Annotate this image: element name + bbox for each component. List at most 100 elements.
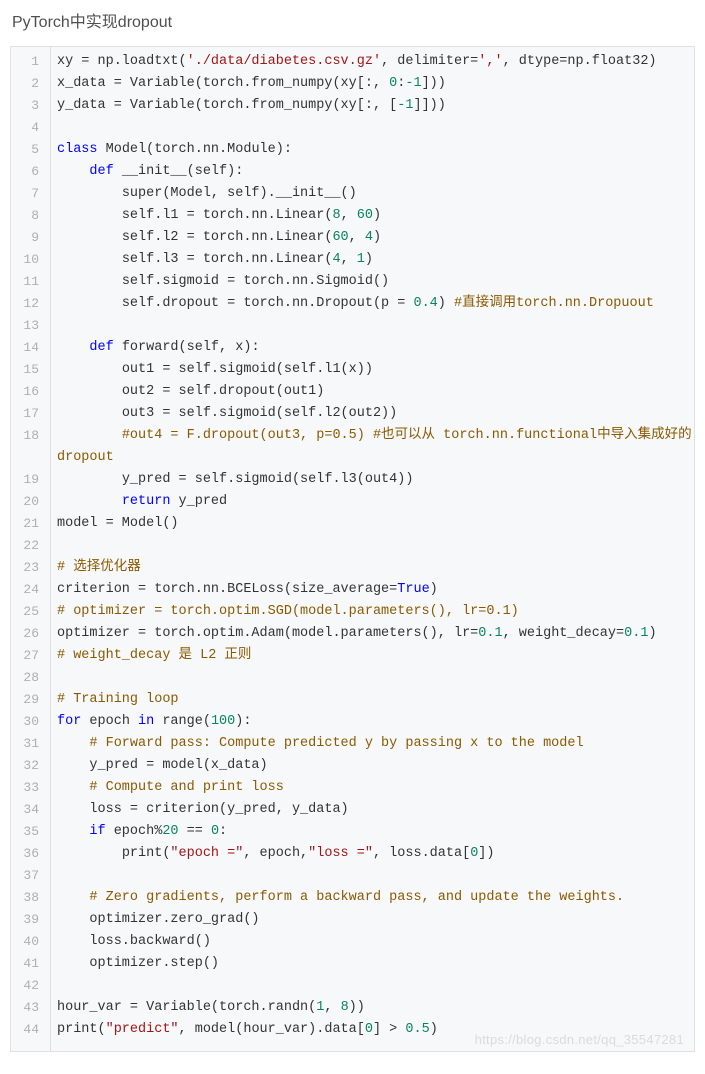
code-source: loss = criterion(y_pred, y_data) (45, 799, 694, 821)
line-number: 19 (11, 469, 45, 491)
code-source: y_data = Variable(torch.from_numpy(xy[:,… (45, 95, 694, 117)
code-source: self.l3 = torch.nn.Linear(4, 1) (45, 249, 694, 271)
code-line: 17 out3 = self.sigmoid(self.l2(out2)) (11, 403, 694, 425)
code-source: loss.backward() (45, 931, 694, 953)
code-line: 26optimizer = torch.optim.Adam(model.par… (11, 623, 694, 645)
line-number: 1 (11, 51, 45, 73)
code-line: 14 def forward(self, x): (11, 337, 694, 359)
line-number: 24 (11, 579, 45, 601)
code-source: # Zero gradients, perform a backward pas… (45, 887, 694, 909)
code-line: 16 out2 = self.dropout(out1) (11, 381, 694, 403)
code-line: 13 (11, 315, 694, 337)
code-source: hour_var = Variable(torch.randn(1, 8)) (45, 997, 694, 1019)
line-number: 44 (11, 1019, 45, 1041)
code-source: #out4 = F.dropout(out3, p=0.5) #也可以从 tor… (45, 425, 694, 469)
code-line: 7 super(Model, self).__init__() (11, 183, 694, 205)
code-line: 8 self.l1 = torch.nn.Linear(8, 60) (11, 205, 694, 227)
code-line: 6 def __init__(self): (11, 161, 694, 183)
line-number: 15 (11, 359, 45, 381)
line-number: 20 (11, 491, 45, 513)
code-line: 20 return y_pred (11, 491, 694, 513)
code-source: optimizer.zero_grad() (45, 909, 694, 931)
line-number: 41 (11, 953, 45, 975)
line-number: 28 (11, 667, 45, 689)
code-source: self.l1 = torch.nn.Linear(8, 60) (45, 205, 694, 227)
line-number: 34 (11, 799, 45, 821)
code-source: # Forward pass: Compute predicted y by p… (45, 733, 694, 755)
code-line: 28 (11, 667, 694, 689)
line-number: 32 (11, 755, 45, 777)
line-number: 2 (11, 73, 45, 95)
code-line: 42 (11, 975, 694, 997)
line-number: 18 (11, 425, 45, 447)
line-number: 9 (11, 227, 45, 249)
line-number: 11 (11, 271, 45, 293)
code-source: optimizer.step() (45, 953, 694, 975)
code-source: def forward(self, x): (45, 337, 694, 359)
code-line: 43hour_var = Variable(torch.randn(1, 8)) (11, 997, 694, 1019)
code-source: y_pred = self.sigmoid(self.l3(out4)) (45, 469, 694, 491)
code-line: 31 # Forward pass: Compute predicted y b… (11, 733, 694, 755)
line-number: 37 (11, 865, 45, 887)
code-source: print("epoch =", epoch,"loss =", loss.da… (45, 843, 694, 865)
code-source: self.l2 = torch.nn.Linear(60, 4) (45, 227, 694, 249)
code-source: self.sigmoid = torch.nn.Sigmoid() (45, 271, 694, 293)
code-line: 25# optimizer = torch.optim.SGD(model.pa… (11, 601, 694, 623)
code-source: # Compute and print loss (45, 777, 694, 799)
line-number: 3 (11, 95, 45, 117)
line-number: 29 (11, 689, 45, 711)
code-line: 23# 选择优化器 (11, 557, 694, 579)
code-source: out1 = self.sigmoid(self.l1(x)) (45, 359, 694, 381)
line-number: 33 (11, 777, 45, 799)
code-source: criterion = torch.nn.BCELoss(size_averag… (45, 579, 694, 601)
code-line: 38 # Zero gradients, perform a backward … (11, 887, 694, 909)
line-number: 4 (11, 117, 45, 139)
code-line: 3y_data = Variable(torch.from_numpy(xy[:… (11, 95, 694, 117)
code-line: 22 (11, 535, 694, 557)
line-number: 6 (11, 161, 45, 183)
code-source: # weight_decay 是 L2 正则 (45, 645, 694, 667)
code-source: y_pred = model(x_data) (45, 755, 694, 777)
code-line: 15 out1 = self.sigmoid(self.l1(x)) (11, 359, 694, 381)
line-number: 21 (11, 513, 45, 535)
line-number: 25 (11, 601, 45, 623)
code-source: model = Model() (45, 513, 694, 535)
line-number: 36 (11, 843, 45, 865)
code-source: print("predict", model(hour_var).data[0]… (45, 1019, 694, 1041)
code-source: return y_pred (45, 491, 694, 513)
line-number: 12 (11, 293, 45, 315)
code-source: class Model(torch.nn.Module): (45, 139, 694, 161)
code-line: 10 self.l3 = torch.nn.Linear(4, 1) (11, 249, 694, 271)
line-number: 35 (11, 821, 45, 843)
code-source: # Training loop (45, 689, 694, 711)
code-line: 34 loss = criterion(y_pred, y_data) (11, 799, 694, 821)
code-line: 44print("predict", model(hour_var).data[… (11, 1019, 694, 1041)
code-line: 21model = Model() (11, 513, 694, 535)
code-line: 2x_data = Variable(torch.from_numpy(xy[:… (11, 73, 694, 95)
code-source: # optimizer = torch.optim.SGD(model.para… (45, 601, 694, 623)
line-number: 43 (11, 997, 45, 1019)
line-number: 5 (11, 139, 45, 161)
code-block: 1xy = np.loadtxt('./data/diabetes.csv.gz… (10, 46, 695, 1052)
line-number: 8 (11, 205, 45, 227)
line-number: 10 (11, 249, 45, 271)
line-number: 17 (11, 403, 45, 425)
line-number: 27 (11, 645, 45, 667)
line-number: 13 (11, 315, 45, 337)
code-line: 40 loss.backward() (11, 931, 694, 953)
code-line: 18 #out4 = F.dropout(out3, p=0.5) #也可以从 … (11, 425, 694, 469)
code-source: super(Model, self).__init__() (45, 183, 694, 205)
code-line: 4 (11, 117, 694, 139)
code-line: 12 self.dropout = torch.nn.Dropout(p = 0… (11, 293, 694, 315)
code-source: out3 = self.sigmoid(self.l2(out2)) (45, 403, 694, 425)
code-source: def __init__(self): (45, 161, 694, 183)
code-line: 41 optimizer.step() (11, 953, 694, 975)
code-line: 37 (11, 865, 694, 887)
code-line: 32 y_pred = model(x_data) (11, 755, 694, 777)
code-line: 36 print("epoch =", epoch,"loss =", loss… (11, 843, 694, 865)
line-number: 31 (11, 733, 45, 755)
code-source: x_data = Variable(torch.from_numpy(xy[:,… (45, 73, 694, 95)
code-source: if epoch%20 == 0: (45, 821, 694, 843)
line-number: 7 (11, 183, 45, 205)
code-line: 19 y_pred = self.sigmoid(self.l3(out4)) (11, 469, 694, 491)
